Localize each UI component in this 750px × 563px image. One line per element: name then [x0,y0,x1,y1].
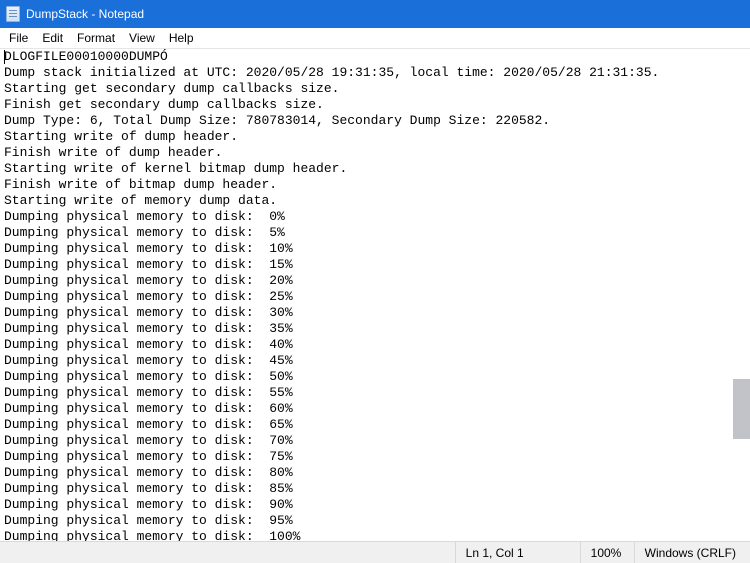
menubar: File Edit Format View Help [0,28,750,49]
statusbar: Ln 1, Col 1 100% Windows (CRLF) [0,541,750,563]
menu-help[interactable]: Help [162,29,201,47]
menu-format[interactable]: Format [70,29,122,47]
menu-file[interactable]: File [2,29,35,47]
window-title: DumpStack - Notepad [26,7,144,21]
content-area: DLOGFILE00010000DUMPÓ Dump stack initial… [0,49,750,541]
status-eol: Windows (CRLF) [634,542,750,563]
status-position: Ln 1, Col 1 [455,542,580,563]
scrollbar-thumb[interactable] [733,379,750,439]
menu-view[interactable]: View [122,29,162,47]
status-spacer [0,542,455,563]
text-area[interactable]: DLOGFILE00010000DUMPÓ Dump stack initial… [0,49,750,541]
titlebar[interactable]: DumpStack - Notepad [0,0,750,28]
notepad-icon [6,6,20,22]
status-zoom: 100% [580,542,634,563]
menu-edit[interactable]: Edit [35,29,70,47]
